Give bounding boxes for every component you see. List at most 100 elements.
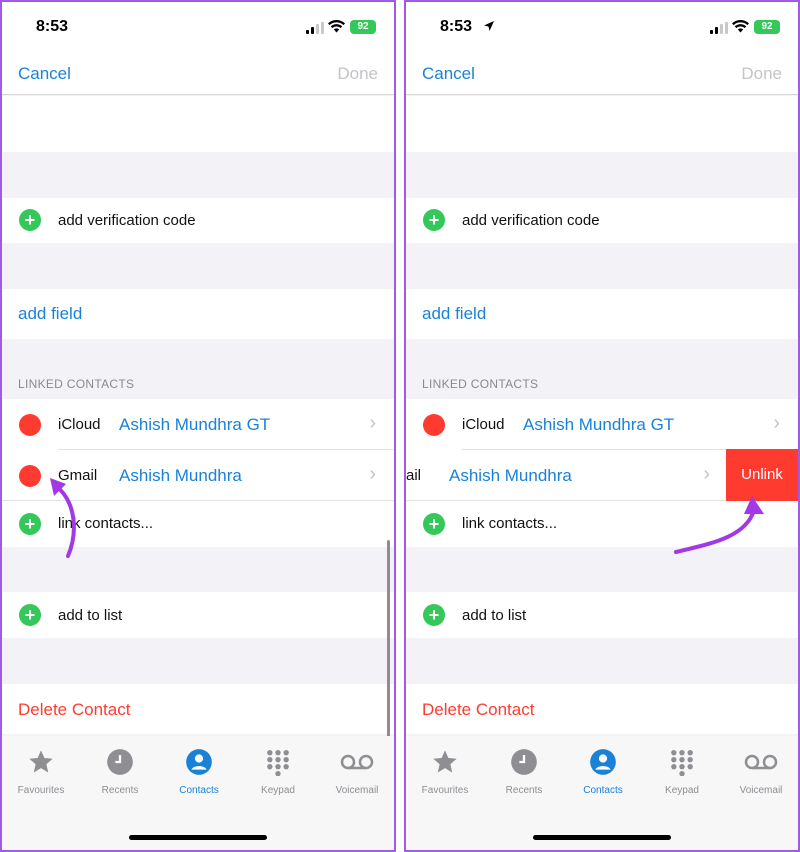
linked-contact-row[interactable]: − iCloud Ashish Mundhra GT › [406,399,798,449]
tab-label: Favourites [421,785,469,796]
linked-contacts-group: − iCloud Ashish Mundhra GT › − Gmail Ash… [2,399,394,547]
contacts-icon [590,749,616,775]
add-verification-label: add verification code [462,212,600,229]
right-screenshot-panel: 8:53 92 Cancel Done + add verification c… [404,0,800,852]
wifi-icon [732,20,749,33]
add-to-list-label: add to list [462,607,527,624]
status-bar: 8:53 92 [406,2,798,52]
status-bar: 8:53 92 [2,2,394,52]
linked-contact-row[interactable]: − Gmail Ashish Mundhra › [2,450,394,500]
tab-favourites[interactable]: Favourites [406,748,484,796]
add-icon: + [423,604,445,626]
link-contacts-row[interactable]: + link contacts... [406,501,798,547]
tab-label: Voicemail [335,785,379,796]
clock-icon [511,749,537,775]
tab-label: Recents [101,785,139,796]
home-indicator [533,835,671,840]
tab-bar: Favourites Recents Contacts Keypad Voice… [2,736,394,850]
tab-label: Favourites [17,785,65,796]
remove-icon[interactable]: − [19,414,41,436]
remove-icon[interactable]: − [423,414,445,436]
star-icon [29,750,53,773]
add-icon: + [423,513,445,535]
tab-voicemail[interactable]: Voicemail [318,748,394,796]
chevron-right-icon: › [773,412,780,434]
done-button[interactable]: Done [741,64,782,84]
status-time: 8:53 [36,18,69,35]
keypad-icon [267,749,289,777]
voicemail-icon [744,754,778,770]
wifi-icon [328,20,345,33]
add-icon: + [423,209,445,231]
contacts-icon [186,749,212,775]
add-to-list-label: add to list [58,607,123,624]
linked-contact-name: Ashish Mundhra GT [119,415,271,434]
add-field-row[interactable]: add field [406,289,798,339]
tab-contacts[interactable]: Contacts [160,748,238,796]
add-field-label: add field [422,304,487,323]
tab-bar: Favourites Recents Contacts Keypad Voice… [406,736,798,850]
home-indicator [129,835,267,840]
status-time: 8:53 [440,18,473,35]
tab-label: Keypad [665,785,699,796]
tab-label: Contacts [179,785,219,796]
tab-label: Keypad [261,785,295,796]
left-screenshot-panel: 8:53 92 Cancel Done + add verification c… [0,0,396,852]
linked-contact-source: ail [406,467,422,484]
cell-signal-icon [710,22,728,34]
done-button[interactable]: Done [337,64,378,84]
linked-contacts-header: LINKED CONTACTS [18,377,135,391]
linked-contact-source: iCloud [58,416,101,433]
voicemail-icon [340,754,374,770]
tab-recents[interactable]: Recents [485,748,563,796]
chevron-right-icon: › [703,463,710,485]
delete-contact-label: Delete Contact [18,700,131,719]
tab-voicemail[interactable]: Voicemail [722,748,798,796]
scrollbar[interactable] [387,540,390,765]
star-icon [433,750,457,773]
cancel-button[interactable]: Cancel [422,64,475,84]
linked-contacts-header: LINKED CONTACTS [422,377,539,391]
keypad-icon [671,749,693,777]
chevron-right-icon: › [369,463,376,485]
cancel-button[interactable]: Cancel [18,64,71,84]
add-icon: + [19,604,41,626]
empty-field-cell[interactable] [406,96,798,152]
unlink-button[interactable]: Unlink [726,449,798,501]
link-contacts-label: link contacts... [58,515,154,532]
link-contacts-label: link contacts... [462,515,558,532]
tab-label: Recents [505,785,543,796]
add-to-list-row[interactable]: + add to list [406,592,798,638]
link-contacts-row[interactable]: + link contacts... [2,501,394,547]
linked-contact-row[interactable]: − iCloud Ashish Mundhra GT › [2,399,394,449]
tab-keypad[interactable]: Keypad [239,748,317,796]
linked-contact-source: iCloud [462,416,505,433]
linked-contact-name: Ashish Mundhra [119,466,242,485]
add-icon: + [19,209,41,231]
chevron-right-icon: › [369,412,376,434]
add-field-label: add field [18,304,83,323]
tab-contacts[interactable]: Contacts [564,748,642,796]
clock-icon [107,749,133,775]
add-icon: + [19,513,41,535]
cell-signal-icon [306,22,324,34]
nav-bar: Cancel Done [2,52,394,95]
add-verification-label: add verification code [58,212,196,229]
add-verification-code-row[interactable]: + add verification code [406,198,798,243]
add-field-row[interactable]: add field [2,289,394,339]
delete-contact-label: Delete Contact [422,700,535,719]
battery-indicator: 92 [350,20,376,34]
delete-contact-row[interactable]: Delete Contact [406,684,798,734]
remove-icon[interactable]: − [19,465,41,487]
tab-label: Contacts [583,785,623,796]
tab-recents[interactable]: Recents [81,748,159,796]
linked-contact-name: Ashish Mundhra GT [523,415,675,434]
empty-field-cell[interactable] [2,96,394,152]
add-verification-code-row[interactable]: + add verification code [2,198,394,243]
linked-contact-name: Ashish Mundhra [449,466,572,485]
tab-keypad[interactable]: Keypad [643,748,721,796]
delete-contact-row[interactable]: Delete Contact [2,684,394,734]
tab-favourites[interactable]: Favourites [2,748,80,796]
location-arrow-icon [484,21,494,31]
add-to-list-row[interactable]: + add to list [2,592,394,638]
